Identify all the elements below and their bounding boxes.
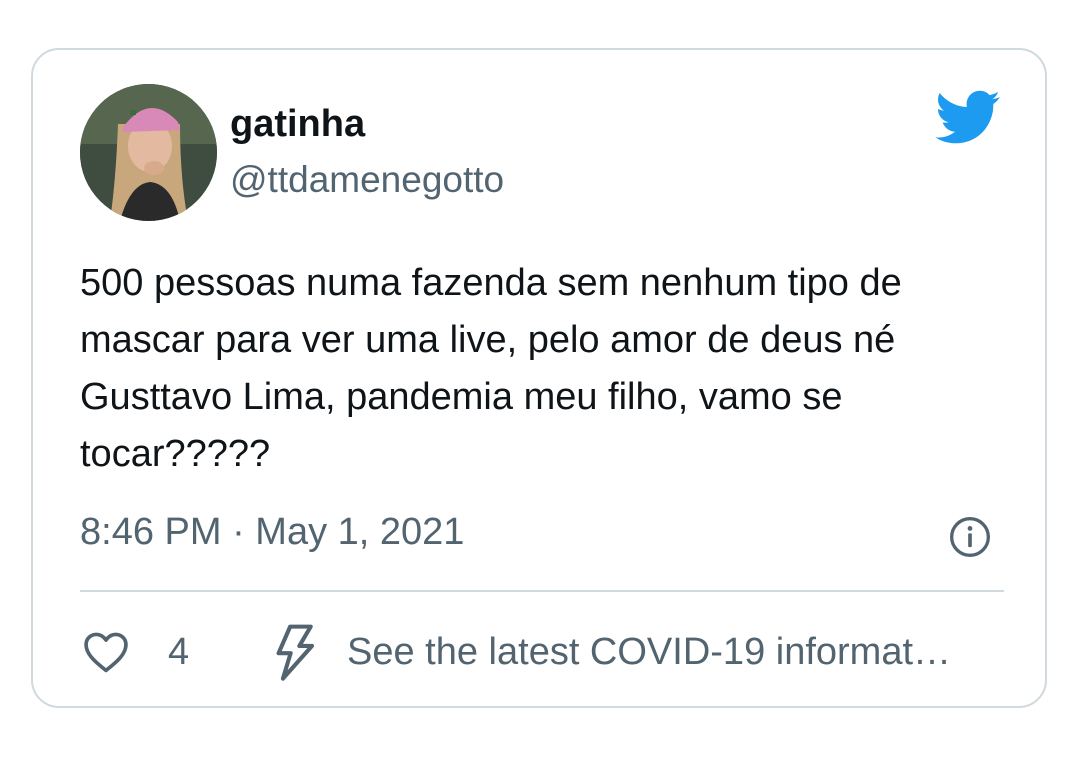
heart-icon <box>84 632 128 673</box>
info-icon[interactable] <box>948 515 992 559</box>
divider <box>80 590 1004 592</box>
author-display-name[interactable]: gatinha <box>230 102 365 146</box>
author-handle[interactable]: @ttdamenegotto <box>230 158 504 202</box>
avatar-image <box>80 84 217 221</box>
covid-info-text: See the latest COVID-19 informat… <box>347 630 952 673</box>
like-count: 4 <box>168 630 190 673</box>
lightning-bolt-icon <box>276 624 314 681</box>
twitter-bird-icon[interactable] <box>935 90 1001 146</box>
covid-info-link[interactable]: See the latest COVID-19 informat… <box>273 622 951 682</box>
tweet-text: 500 pessoas numa fazenda sem nenhum tipo… <box>80 262 902 475</box>
tweet-actions: 4 See the latest COVID-19 informat… <box>80 622 1004 682</box>
tweet-timestamp[interactable]: 8:46 PM · May 1, 2021 <box>80 508 464 556</box>
avatar[interactable] <box>80 84 217 221</box>
like-button[interactable]: 4 <box>80 622 189 682</box>
tweet-card: gatinha @ttdamenegotto 500 pessoas numa … <box>31 48 1047 708</box>
